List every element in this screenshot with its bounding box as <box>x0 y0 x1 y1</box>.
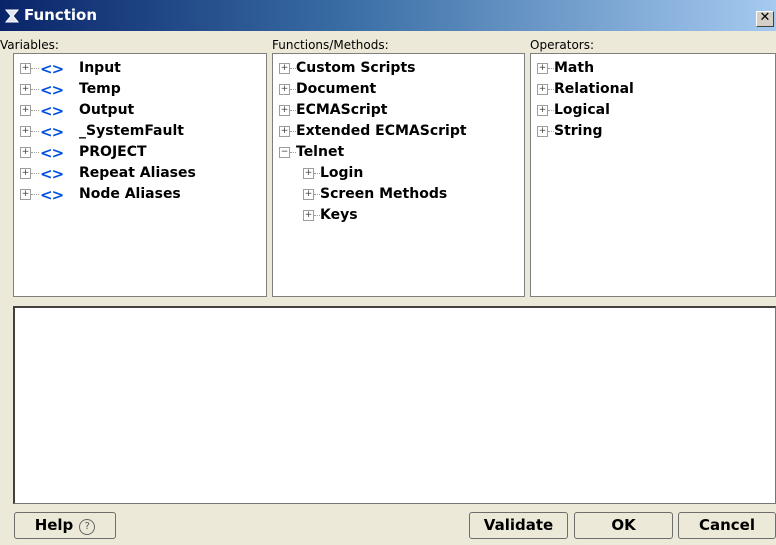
expand-icon[interactable]: + <box>20 105 31 116</box>
expand-icon[interactable]: + <box>20 126 31 137</box>
title-bar[interactable]: Function ✕ <box>0 0 776 31</box>
operators-item-label: Math <box>554 60 595 76</box>
variables-item-label: Repeat Aliases <box>79 165 196 181</box>
functions-tree-node[interactable]: + Custom Scripts <box>273 59 523 79</box>
expand-icon[interactable]: + <box>303 168 314 179</box>
expand-icon[interactable]: + <box>303 189 314 200</box>
expand-icon[interactable]: + <box>20 63 31 74</box>
window-title: Function <box>24 6 98 24</box>
variables-item-label: Temp <box>79 81 121 97</box>
expand-icon[interactable]: + <box>537 126 548 137</box>
expand-icon[interactable]: + <box>279 84 290 95</box>
variable-icon: <> <box>40 102 64 120</box>
operators-label: Operators: <box>530 38 595 52</box>
variables-tree-node[interactable]: + <> Input <box>14 59 264 79</box>
expand-icon[interactable]: + <box>279 126 290 137</box>
expand-icon[interactable]: + <box>20 189 31 200</box>
functions-tree-node[interactable]: + Screen Methods <box>273 185 523 205</box>
functions-tree-node[interactable]: + Login <box>273 164 523 184</box>
tree-connector <box>31 110 39 111</box>
operators-panel[interactable]: + Math + Relational + Logical + String <box>530 53 776 297</box>
expand-icon[interactable]: + <box>537 84 548 95</box>
functions-tree-node[interactable]: + Keys <box>273 206 523 226</box>
variables-tree-node[interactable]: + <> Node Aliases <box>14 185 264 205</box>
operators-item-label: String <box>554 123 603 139</box>
tree-connector <box>31 173 39 174</box>
variables-item-label: Output <box>79 102 135 118</box>
operators-item-label: Logical <box>554 102 610 118</box>
tree-connector <box>31 131 39 132</box>
variables-tree-node[interactable]: + <> Output <box>14 101 264 121</box>
expression-editor[interactable] <box>13 306 776 504</box>
functions-tree-node[interactable]: − Telnet <box>273 143 523 163</box>
variables-item-label: _SystemFault <box>79 123 184 139</box>
functions-item-label: Extended ECMAScript <box>296 123 467 139</box>
variables-tree-node[interactable]: + <> _SystemFault <box>14 122 264 142</box>
functions-tree-node[interactable]: + ECMAScript <box>273 101 523 121</box>
variable-icon: <> <box>40 81 64 99</box>
functions-label: Functions/Methods: <box>272 38 389 52</box>
variable-icon: <> <box>40 123 64 141</box>
tree-connector <box>31 68 39 69</box>
functions-item-label: Custom Scripts <box>296 60 416 76</box>
variable-icon: <> <box>40 144 64 162</box>
expand-icon[interactable]: + <box>537 63 548 74</box>
variables-tree-node[interactable]: + <> Repeat Aliases <box>14 164 264 184</box>
variables-tree-node[interactable]: + <> Temp <box>14 80 264 100</box>
variables-item-label: Input <box>79 60 121 76</box>
close-button[interactable]: ✕ <box>756 11 774 27</box>
functions-panel[interactable]: + Custom Scripts + Document + ECMAScript + Exte… <box>272 53 525 297</box>
variable-icon: <> <box>40 165 64 183</box>
help-button[interactable]: Help? <box>14 512 116 539</box>
operators-item-label: Relational <box>554 81 634 97</box>
expand-icon[interactable]: + <box>20 84 31 95</box>
operators-tree-node[interactable]: + String <box>531 122 775 142</box>
ok-button[interactable]: OK <box>574 512 673 539</box>
cancel-button[interactable]: Cancel <box>678 512 776 539</box>
collapse-icon[interactable]: − <box>279 147 290 158</box>
expand-icon[interactable]: + <box>20 147 31 158</box>
tree-connector <box>31 194 39 195</box>
operators-tree-node[interactable]: + Logical <box>531 101 775 121</box>
functions-item-label: Login <box>320 165 364 181</box>
expand-icon[interactable]: + <box>303 210 314 221</box>
variable-icon: <> <box>40 186 64 204</box>
function-icon <box>4 8 20 24</box>
variables-label: Variables: <box>0 38 59 52</box>
variable-icon: <> <box>40 60 64 78</box>
expand-icon[interactable]: + <box>279 63 290 74</box>
tree-connector <box>31 152 39 153</box>
functions-tree-node[interactable]: + Document <box>273 80 523 100</box>
functions-item-label: Document <box>296 81 377 97</box>
operators-tree-node[interactable]: + Relational <box>531 80 775 100</box>
variables-tree-node[interactable]: + <> PROJECT <box>14 143 264 163</box>
functions-item-label: Telnet <box>296 144 345 160</box>
functions-item-label: ECMAScript <box>296 102 388 118</box>
operators-tree-node[interactable]: + Math <box>531 59 775 79</box>
expand-icon[interactable]: + <box>279 105 290 116</box>
functions-tree-node[interactable]: + Extended ECMAScript <box>273 122 523 142</box>
help-button-label: Help <box>34 516 74 534</box>
variables-item-label: Node Aliases <box>79 186 181 202</box>
expand-icon[interactable]: + <box>537 105 548 116</box>
expand-icon[interactable]: + <box>20 168 31 179</box>
variables-item-label: PROJECT <box>79 144 147 160</box>
functions-item-label: Screen Methods <box>320 186 448 202</box>
validate-button[interactable]: Validate <box>469 512 568 539</box>
tree-connector <box>31 89 39 90</box>
help-icon: ? <box>79 519 96 535</box>
functions-item-label: Keys <box>320 207 358 223</box>
variables-panel[interactable]: + <> Input + <> Temp + <> Output + <> _SystemFault +… <box>13 53 267 297</box>
